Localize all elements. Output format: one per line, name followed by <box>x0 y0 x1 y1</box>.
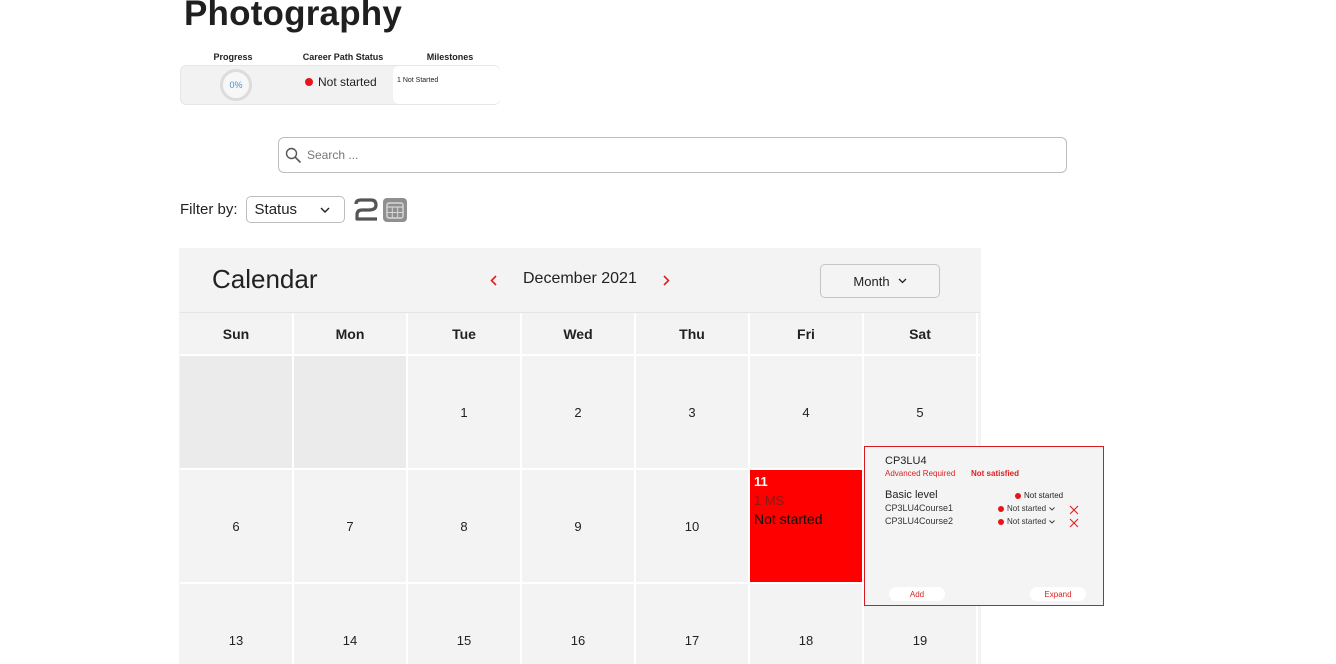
number-two-icon[interactable] <box>353 197 379 223</box>
calendar-view-select[interactable]: Month <box>820 264 940 298</box>
progress-header: Progress <box>213 52 253 62</box>
status-dot-icon <box>998 505 1004 512</box>
weekday-tue: Tue <box>408 313 522 354</box>
event-day-number: 11 <box>754 474 768 489</box>
career-path-status-header: Career Path Status <box>302 52 384 62</box>
day-cell[interactable]: 14 <box>294 584 408 664</box>
chevron-right-icon <box>662 274 670 286</box>
progress-ring: 0% <box>220 69 252 101</box>
filter-label: Filter by: <box>180 201 238 218</box>
weekday-fri: Fri <box>750 313 864 354</box>
popup-level-status: Not started <box>1015 491 1063 500</box>
day-cell[interactable]: 3 <box>636 356 750 468</box>
progress-value: 0% <box>229 80 243 90</box>
career-path-status-value: Not started <box>318 75 377 89</box>
day-cell[interactable]: 18 <box>750 584 864 664</box>
next-month-button[interactable] <box>659 272 673 288</box>
add-button[interactable]: Add <box>889 587 945 601</box>
event-status: Not started <box>754 511 823 527</box>
view-toggle <box>353 197 407 223</box>
weekday-wed: Wed <box>522 313 636 354</box>
career-path-status: Not started <box>305 75 377 89</box>
milestones-header: Milestones <box>426 52 474 62</box>
day-cell[interactable]: 9 <box>522 470 636 582</box>
popup-level-status-text: Not started <box>1024 491 1064 500</box>
weekday-mon: Mon <box>294 313 408 354</box>
weekday-header-row: Sun Mon Tue Wed Thu Fri Sat <box>180 312 980 354</box>
calendar-header: Calendar December 2021 Month <box>179 248 981 312</box>
chevron-down-icon <box>898 278 907 284</box>
popup-course-name: CP3LU4Course1 <box>885 503 954 513</box>
day-cell[interactable]: 10 <box>636 470 750 582</box>
day-cell[interactable]: 2 <box>522 356 636 468</box>
day-cell[interactable]: 4 <box>750 356 864 468</box>
chevron-down-icon <box>1049 519 1055 524</box>
prev-month-button[interactable] <box>486 272 500 288</box>
remove-course-close-icon[interactable] <box>1068 517 1080 529</box>
day-cell[interactable]: 16 <box>522 584 636 664</box>
day-cell[interactable]: 1 <box>408 356 522 468</box>
popup-level-label: Basic level <box>885 489 938 501</box>
weekday-thu: Thu <box>636 313 750 354</box>
status-dot-icon <box>998 518 1004 525</box>
weekday-sat: Sat <box>864 313 978 354</box>
page-title: Photography <box>184 0 403 33</box>
day-cell-empty <box>294 356 408 468</box>
popup-course-status-select[interactable]: Not started <box>998 517 1055 526</box>
chevron-down-icon <box>1049 506 1055 511</box>
calendar-grid-icon[interactable] <box>382 197 407 222</box>
remove-course-close-icon[interactable] <box>1068 504 1080 516</box>
popup-course-name: CP3LU4Course2 <box>885 516 954 526</box>
status-filter-select[interactable]: Status <box>245 196 345 223</box>
day-cell[interactable]: 7 <box>294 470 408 582</box>
weekday-sun: Sun <box>180 313 294 354</box>
expand-button[interactable]: Expand <box>1030 587 1086 601</box>
current-month: December 2021 <box>523 270 637 287</box>
calendar-title: Calendar <box>212 264 318 294</box>
week-row: 13 14 15 16 17 18 19 <box>180 582 980 664</box>
day-cell-empty <box>180 356 294 468</box>
milestones-box: 1 Not Started <box>393 66 500 104</box>
popup-course-status-select[interactable]: Not started <box>998 504 1055 513</box>
status-filter-value: Status <box>254 201 298 218</box>
event-milestone-count: 1 MS <box>754 493 785 508</box>
popup-course-status-text: Not started <box>1007 517 1047 526</box>
day-cell-event[interactable]: 11 1 MS Not started <box>750 470 864 582</box>
search-bar[interactable] <box>278 137 1067 173</box>
chevron-left-icon <box>489 274 497 286</box>
popup-satisfaction: Not satisfied <box>971 469 1020 478</box>
calendar-view-value: Month <box>853 273 890 289</box>
filter-row: Filter by: Status <box>180 196 407 223</box>
week-row: 1 2 3 4 5 <box>180 354 980 468</box>
milestone-popup: CP3LU4 Advanced Required Not satisfied B… <box>864 446 1104 606</box>
search-input[interactable] <box>307 148 1047 162</box>
status-dot-icon <box>1015 492 1021 499</box>
week-row: 6 7 8 9 10 11 1 MS Not started 12 <box>180 468 980 582</box>
chevron-down-icon <box>320 207 330 213</box>
day-cell[interactable]: 13 <box>180 584 294 664</box>
day-cell[interactable]: 15 <box>408 584 522 664</box>
day-cell[interactable]: 8 <box>408 470 522 582</box>
milestones-value: 1 Not Started <box>397 77 439 84</box>
day-cell[interactable]: 6 <box>180 470 294 582</box>
calendar: Calendar December 2021 Month Sun Mon Tue… <box>179 248 981 664</box>
day-cell[interactable]: 17 <box>636 584 750 664</box>
summary-panel: 0% Not started 1 Not Started <box>180 65 500 105</box>
popup-requirement: Advanced Required <box>885 469 956 478</box>
calendar-grid: Sun Mon Tue Wed Thu Fri Sat 1 2 3 4 5 6 … <box>180 312 980 664</box>
popup-course-status-text: Not started <box>1007 504 1047 513</box>
search-icon <box>285 147 301 163</box>
summary-headers: Progress Career Path Status Milestones <box>180 52 500 64</box>
popup-title: CP3LU4 <box>885 455 927 467</box>
status-dot-icon <box>305 78 313 86</box>
